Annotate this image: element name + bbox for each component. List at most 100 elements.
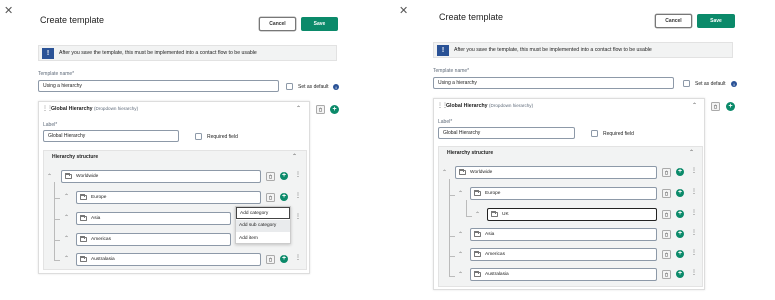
hierarchy-title: Hierarchy structure bbox=[447, 150, 494, 156]
chevron-up-icon[interactable]: ⌃ bbox=[458, 232, 463, 238]
more-vertical-icon[interactable]: ⋮ bbox=[295, 255, 301, 261]
plus-circle-icon[interactable]: + bbox=[676, 270, 684, 278]
plus-circle-icon[interactable]: + bbox=[676, 168, 684, 176]
folder-icon bbox=[80, 256, 87, 262]
chevron-up-icon[interactable]: ⌃ bbox=[64, 236, 69, 242]
plus-circle-icon[interactable]: + bbox=[726, 102, 735, 111]
trash-icon[interactable] bbox=[662, 189, 671, 198]
folder-icon bbox=[65, 173, 72, 179]
tree-line bbox=[449, 195, 455, 196]
tree-line bbox=[449, 256, 455, 257]
tree-line bbox=[449, 179, 450, 276]
plus-circle-icon[interactable]: + bbox=[280, 172, 288, 180]
node-label: Australasia bbox=[91, 257, 115, 262]
template-name-input[interactable]: Using a hierarchy bbox=[433, 77, 674, 89]
chevron-up-icon[interactable]: ⌃ bbox=[64, 256, 69, 262]
template-name-input[interactable]: Using a hierarchy bbox=[38, 80, 279, 92]
chevron-up-icon[interactable]: ⌃ bbox=[475, 212, 480, 218]
trash-icon[interactable] bbox=[266, 255, 275, 264]
required-field-checkbox[interactable] bbox=[591, 130, 598, 137]
plus-circle-icon[interactable]: + bbox=[280, 193, 288, 201]
more-vertical-icon[interactable]: ⋮ bbox=[691, 250, 697, 256]
plus-circle-icon[interactable]: + bbox=[280, 255, 288, 263]
tree-node[interactable]: Worldwide bbox=[455, 166, 657, 179]
folder-icon bbox=[80, 194, 87, 200]
node-label: Worldwide bbox=[76, 174, 99, 179]
more-vertical-icon[interactable]: ⋮ bbox=[295, 214, 301, 220]
save-button[interactable]: Save bbox=[301, 17, 338, 31]
tree-node[interactable]: Americas bbox=[470, 248, 657, 261]
info-icon[interactable]: i bbox=[731, 81, 737, 87]
plus-circle-icon[interactable]: + bbox=[676, 189, 684, 197]
menu-item-add-sub-category[interactable]: Add sub category bbox=[236, 219, 290, 232]
tree-node[interactable]: Europe bbox=[76, 191, 261, 204]
context-menu: Add category Add sub category Add item bbox=[235, 206, 291, 244]
trash-icon[interactable] bbox=[266, 172, 275, 181]
menu-item-add-item[interactable]: Add item bbox=[236, 232, 290, 244]
more-vertical-icon[interactable]: ⋮ bbox=[691, 270, 697, 276]
chevron-up-icon[interactable]: ⌃ bbox=[64, 194, 69, 200]
folder-icon bbox=[474, 190, 481, 196]
more-vertical-icon[interactable]: ⋮ bbox=[691, 168, 697, 174]
trash-icon[interactable] bbox=[662, 230, 671, 239]
more-vertical-icon[interactable]: ⋮ bbox=[295, 193, 301, 199]
warning-icon: ! bbox=[42, 47, 54, 59]
trash-icon[interactable] bbox=[266, 193, 275, 202]
menu-item-add-category[interactable]: Add category bbox=[236, 207, 290, 219]
tree-node[interactable]: Americas bbox=[76, 233, 231, 246]
info-icon[interactable]: i bbox=[333, 84, 339, 90]
trash-icon[interactable] bbox=[662, 168, 671, 177]
plus-circle-icon[interactable]: + bbox=[676, 210, 684, 218]
label-field-input[interactable]: Global Hierarchy bbox=[438, 127, 575, 139]
chevron-up-icon[interactable]: ⌃ bbox=[64, 215, 69, 221]
tree-node[interactable]: Australasia bbox=[76, 253, 261, 266]
node-label: Asia bbox=[91, 216, 101, 221]
label-field-input[interactable]: Global Hierarchy bbox=[43, 130, 179, 142]
plus-circle-icon[interactable]: + bbox=[676, 230, 684, 238]
cancel-button[interactable]: Cancel bbox=[655, 14, 692, 28]
tree-node[interactable]: Asia bbox=[470, 228, 657, 241]
tree-node-selected[interactable]: UK bbox=[487, 208, 657, 221]
tree-line bbox=[449, 276, 455, 277]
tree-line bbox=[466, 216, 472, 217]
more-vertical-icon[interactable]: ⋮ bbox=[691, 210, 697, 216]
trash-icon[interactable] bbox=[316, 105, 325, 114]
card-title: Global Hierarchy (Dropdown hierarchy) bbox=[51, 106, 139, 112]
set-default-checkbox[interactable] bbox=[683, 80, 690, 87]
cancel-button[interactable]: Cancel bbox=[259, 17, 296, 31]
tree-node[interactable]: Australasia bbox=[470, 268, 657, 281]
trash-icon[interactable] bbox=[711, 102, 720, 111]
dialog-title: Create template bbox=[439, 12, 504, 22]
chevron-up-icon[interactable]: ⌃ bbox=[442, 170, 447, 176]
chevron-up-icon[interactable]: ⌃ bbox=[689, 150, 694, 156]
tree-line bbox=[54, 219, 60, 220]
save-button[interactable]: Save bbox=[697, 14, 735, 28]
chevron-up-icon[interactable]: ⌃ bbox=[292, 154, 297, 160]
close-icon[interactable]: ✕ bbox=[4, 6, 13, 17]
chevron-up-icon[interactable]: ⌃ bbox=[47, 174, 52, 180]
node-label: Australasia bbox=[485, 272, 509, 277]
plus-circle-icon[interactable]: + bbox=[676, 250, 684, 258]
trash-icon[interactable] bbox=[662, 250, 671, 259]
trash-icon[interactable] bbox=[662, 210, 671, 219]
required-field-checkbox[interactable] bbox=[195, 133, 202, 140]
tree-node[interactable]: Worldwide bbox=[61, 170, 261, 183]
trash-icon[interactable] bbox=[662, 270, 671, 279]
plus-circle-icon[interactable]: + bbox=[330, 105, 339, 114]
close-icon[interactable]: ✕ bbox=[399, 6, 408, 17]
chevron-up-icon[interactable]: ⌃ bbox=[296, 106, 301, 112]
tree-line bbox=[466, 200, 467, 216]
chevron-up-icon[interactable]: ⌃ bbox=[692, 103, 697, 109]
more-vertical-icon[interactable]: ⋮ bbox=[691, 189, 697, 195]
node-label: Americas bbox=[485, 252, 505, 257]
tree-node[interactable]: Asia bbox=[76, 212, 231, 225]
chevron-up-icon[interactable]: ⌃ bbox=[458, 191, 463, 197]
more-vertical-icon[interactable]: ⋮ bbox=[295, 172, 301, 178]
tree-node[interactable]: Europe bbox=[470, 187, 657, 200]
more-vertical-icon[interactable]: ⋮ bbox=[691, 230, 697, 236]
chevron-up-icon[interactable]: ⌃ bbox=[458, 252, 463, 258]
required-field-label: Required field bbox=[207, 134, 238, 140]
folder-icon bbox=[80, 215, 87, 221]
chevron-up-icon[interactable]: ⌃ bbox=[458, 272, 463, 278]
set-default-checkbox[interactable] bbox=[286, 83, 293, 90]
